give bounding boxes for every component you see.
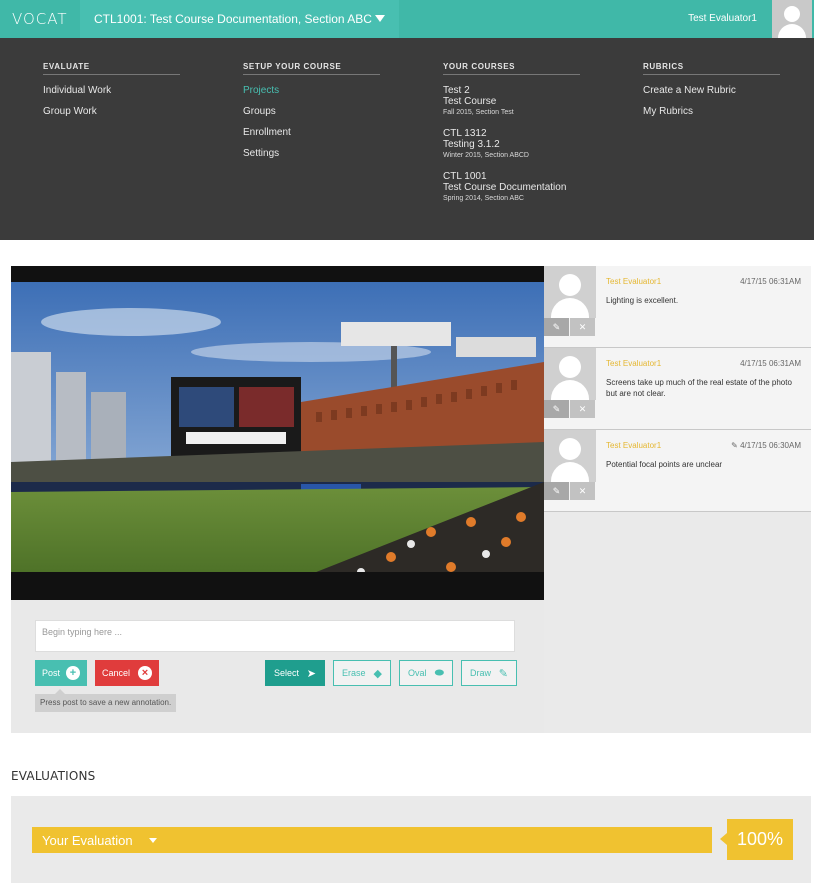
course-entry[interactable]: CTL 1312 Testing 3.1.2 Winter 2015, Sect… [443,128,580,161]
media-viewer[interactable] [11,266,544,600]
your-evaluation-toggle[interactable]: Your Evaluation [32,827,712,853]
course-term: Spring 2014, Section ABC [443,195,524,202]
menu-item-individual-work[interactable]: Individual Work [43,85,180,96]
annotation-date-edited: ✎ 4/17/15 06:30AM [731,441,801,450]
user-area: Test Evaluator1 [399,0,814,38]
annotation-author[interactable]: Test Evaluator1 [606,277,661,286]
menu-heading-rubrics: RUBRICS [643,62,780,75]
erase-tool-button[interactable]: Erase ◆ [333,660,391,686]
oval-tool-button[interactable]: Oval ⬬ [399,660,453,686]
stadium-photo-image [11,282,544,582]
menu-item-create-rubric[interactable]: Create a New Rubric [643,85,780,96]
annotation-actions: ✎ ✕ [544,318,596,336]
avatar-icon [544,348,596,400]
annotation-item[interactable]: ✎ ✕ Test Evaluator1 ✎ 4/17/15 06:30AM Po… [544,430,811,512]
menu-item-groups[interactable]: Groups [243,106,380,117]
post-button[interactable]: Post + [35,660,87,686]
post-tooltip: Press post to save a new annotation. [35,689,177,712]
menu-heading-setup: SETUP YOUR COURSE [243,62,380,75]
annotation-text: Screens take up much of the real estate … [606,378,792,398]
oval-tool-label: Oval [408,668,427,678]
delete-icon[interactable]: ✕ [570,400,595,418]
navigation-menu: EVALUATE Individual Work Group Work SETU… [0,38,814,240]
menu-heading-courses: YOUR COURSES [443,62,580,75]
annotation-editor: Begin typing here ... Post + Cancel × Pr… [11,600,544,733]
course-entry[interactable]: CTL 1001 Test Course Documentation Sprin… [443,171,580,204]
evaluations-panel: Your Evaluation 100% [11,796,811,883]
avatar-icon [544,266,596,318]
menu-item-my-rubrics[interactable]: My Rubrics [643,106,780,117]
submission-photo[interactable] [11,282,544,582]
edit-icon[interactable]: ✎ [544,400,569,418]
menu-heading-evaluate: EVALUATE [43,62,180,75]
course-selector-label: CTL1001: Test Course Documentation, Sect… [94,12,372,26]
caret-down-icon [375,15,385,22]
edit-icon[interactable]: ✎ [544,482,569,500]
annotation-item[interactable]: ✎ ✕ Test Evaluator1 4/17/15 06:31AM Ligh… [544,266,811,348]
pencil-icon: ✎ [498,668,508,680]
user-name[interactable]: Test Evaluator1 [688,13,757,24]
course-term: Winter 2015, Section ABCD [443,152,529,159]
vocat-logo[interactable]: VOCAT [0,0,80,38]
annotation-text: Lighting is excellent. [606,296,679,305]
annotation-date: 4/17/15 06:30AM [740,441,801,450]
course-entry[interactable]: Test 2 Test Course Fall 2015, Section Te… [443,85,580,118]
close-icon: × [138,666,152,680]
annotation-input[interactable]: Begin typing here ... [35,620,515,652]
annotation-actions: ✎ ✕ [544,482,596,500]
annotation-text: Potential focal points are unclear [606,460,723,469]
annotation-item[interactable]: ✎ ✕ Test Evaluator1 4/17/15 06:31AM Scre… [544,348,811,430]
menu-item-projects[interactable]: Projects [243,85,380,96]
eraser-icon: ◆ [373,668,382,680]
course-name: Test Course Documentation [443,182,567,193]
plus-icon: + [66,666,80,680]
erase-tool-label: Erase [342,668,366,678]
avatar-icon [544,430,596,482]
pencil-icon: ✎ [731,441,741,450]
annotation-list: ✎ ✕ Test Evaluator1 4/17/15 06:31AM Ligh… [544,266,811,733]
cancel-button-label: Cancel [102,668,131,678]
course-name: Test Course [443,96,497,107]
your-evaluation-label: Your Evaluation [42,832,133,848]
post-button-label: Post [42,668,61,678]
course-selector[interactable]: CTL1001: Test Course Documentation, Sect… [80,0,399,38]
menu-courses: YOUR COURSES Test 2 Test Course Fall 201… [443,62,580,204]
delete-icon[interactable]: ✕ [570,318,595,336]
submission-panel: Begin typing here ... Post + Cancel × Pr… [11,266,811,733]
menu-setup: SETUP YOUR COURSE Projects Groups Enroll… [243,62,380,159]
annotation-actions: ✎ ✕ [544,400,596,418]
cursor-icon: ➤ [306,668,316,680]
course-code: CTL 1001 [443,171,487,182]
evaluations-heading: EVALUATIONS [11,769,96,783]
menu-rubrics: RUBRICS Create a New Rubric My Rubrics [643,62,780,117]
course-name: Testing 3.1.2 [443,139,500,150]
select-tool-label: Select [274,668,300,678]
annotation-author[interactable]: Test Evaluator1 [606,441,661,450]
evaluation-score: 100% [720,819,793,860]
menu-evaluate: EVALUATE Individual Work Group Work [43,62,180,117]
draw-tool-label: Draw [470,668,492,678]
annotation-date: 4/17/15 06:31AM [740,359,801,368]
chevron-down-icon [148,837,157,843]
draw-tool-button[interactable]: Draw ✎ [461,660,517,686]
delete-icon[interactable]: ✕ [570,482,595,500]
menu-item-enrollment[interactable]: Enrollment [243,127,380,138]
oval-icon: ⬬ [434,667,444,679]
select-tool-button[interactable]: Select ➤ [265,660,325,686]
menu-item-settings[interactable]: Settings [243,148,380,159]
course-code: Test 2 [443,85,470,96]
edit-icon[interactable]: ✎ [544,318,569,336]
course-term: Fall 2015, Section Test [443,109,514,116]
cancel-button[interactable]: Cancel × [95,660,159,686]
top-bar: VOCAT CTL1001: Test Course Documentation… [0,0,814,38]
user-avatar-icon[interactable] [772,0,812,38]
annotation-author[interactable]: Test Evaluator1 [606,359,661,368]
menu-item-group-work[interactable]: Group Work [43,106,180,117]
annotation-date: 4/17/15 06:31AM [740,277,801,286]
course-code: CTL 1312 [443,128,487,139]
